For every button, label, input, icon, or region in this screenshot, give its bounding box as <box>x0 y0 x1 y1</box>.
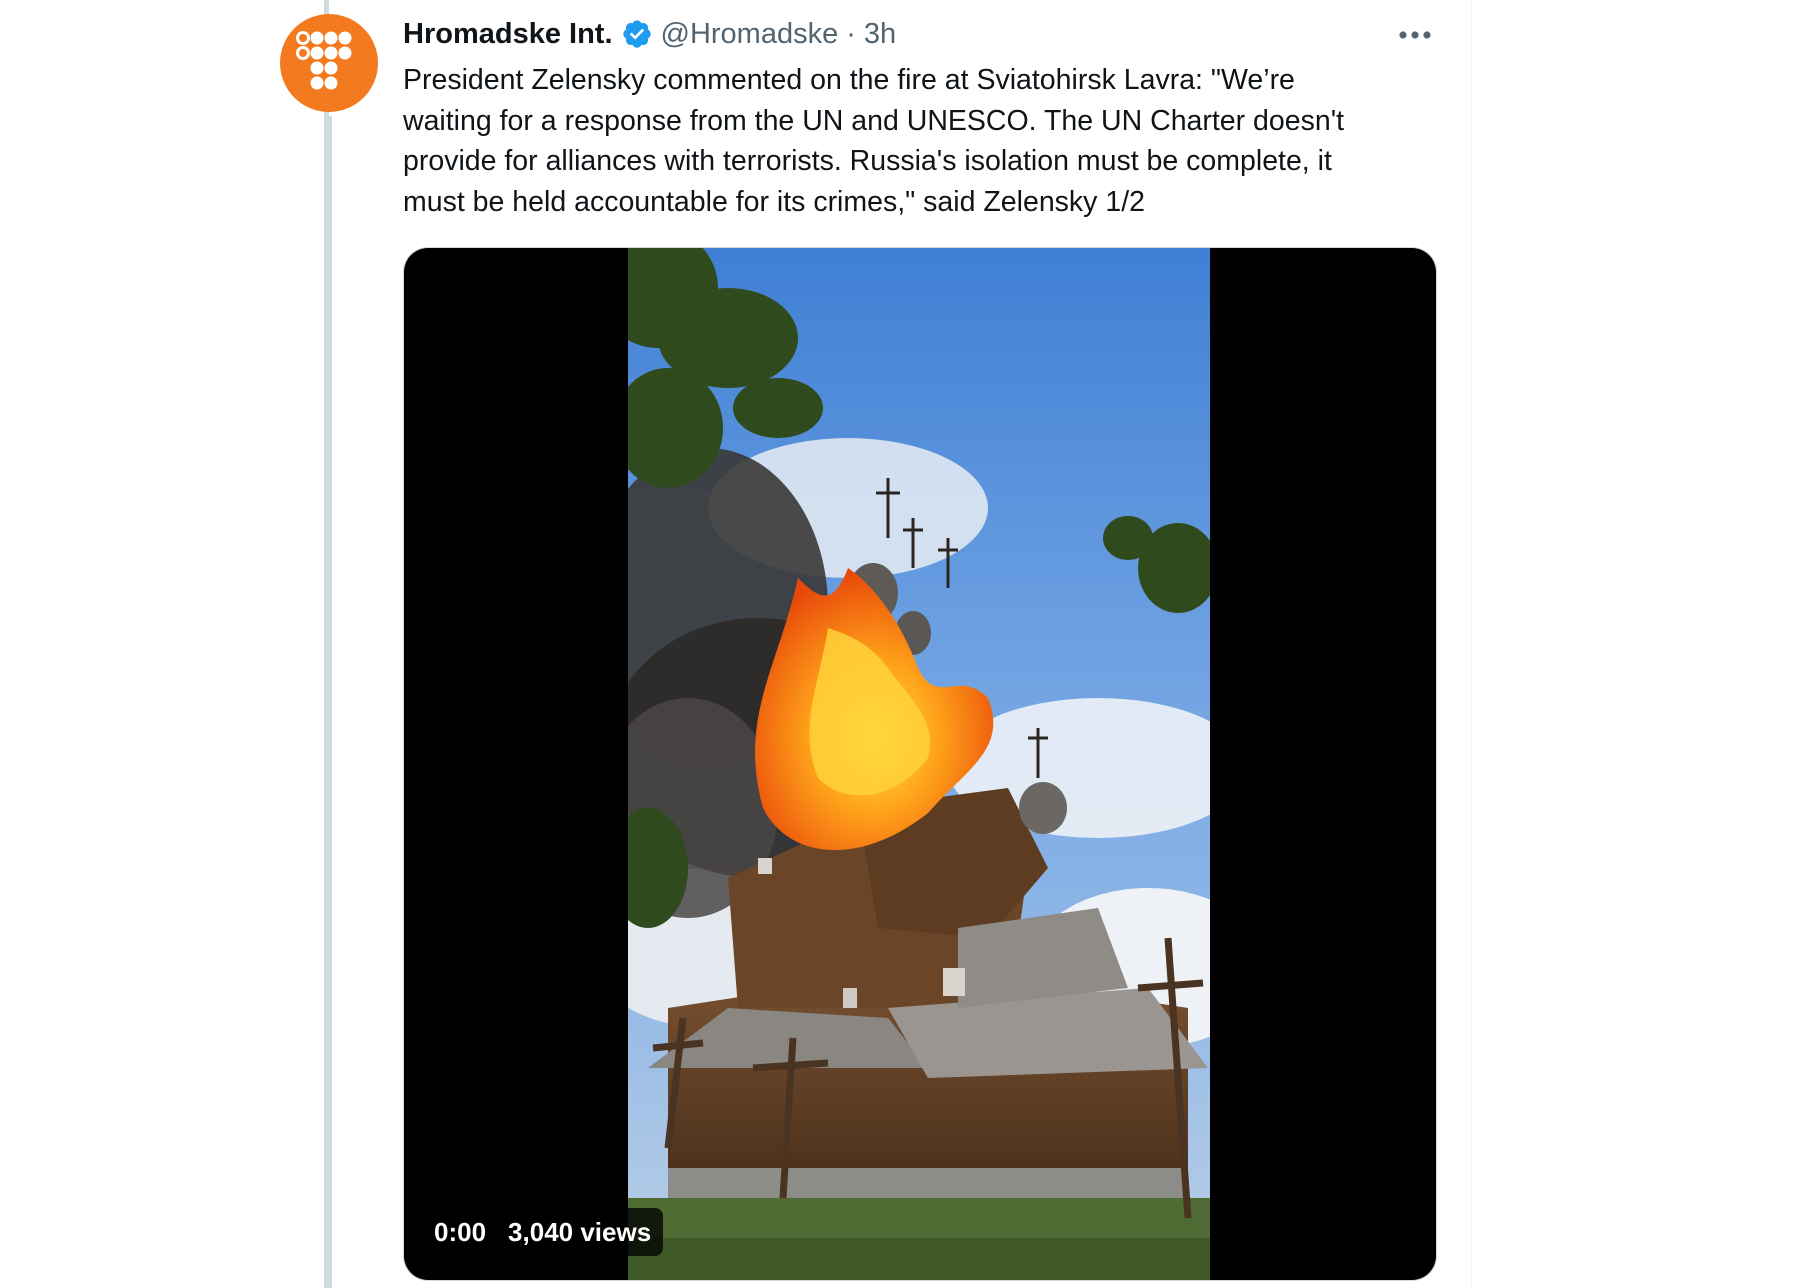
hromadske-dots-logo-icon <box>296 31 352 90</box>
tweet-text-line: President Zelensky commented on the fire… <box>403 64 1295 96</box>
author-handle[interactable]: @Hromadske <box>661 18 839 51</box>
video-player[interactable]: 0:00 3,040 views <box>404 248 1436 1280</box>
video-views: 3,040 views <box>508 1216 652 1247</box>
tweet-text-line: provide for alliances with terrorists. R… <box>403 145 1332 177</box>
avatar[interactable] <box>280 14 378 112</box>
tweet-text-line: waiting for a response from the UN and U… <box>403 104 1345 137</box>
tweet-text: President Zelensky commented on the fire… <box>403 60 1463 222</box>
header-separator: · <box>846 17 856 50</box>
thread-connector-line <box>328 116 332 1288</box>
tweet-timestamp[interactable]: 3h <box>864 18 896 51</box>
more-horizontal-icon <box>1399 31 1431 39</box>
tweet-header: Hromadske Int. @Hromadske · 3h <box>403 14 896 54</box>
verified-badge-icon <box>621 18 653 50</box>
video-thumbnail <box>628 248 1210 1280</box>
video-info-badge: 0:00 3,040 views <box>420 1208 664 1256</box>
tweet-text-line: must be held accountable for its crimes,… <box>403 185 1145 218</box>
author-display-name[interactable]: Hromadske Int. <box>403 18 613 51</box>
more-options-button[interactable] <box>1390 15 1440 55</box>
timeline-border-right <box>1471 0 1472 1288</box>
video-time: 0:00 <box>434 1216 487 1247</box>
